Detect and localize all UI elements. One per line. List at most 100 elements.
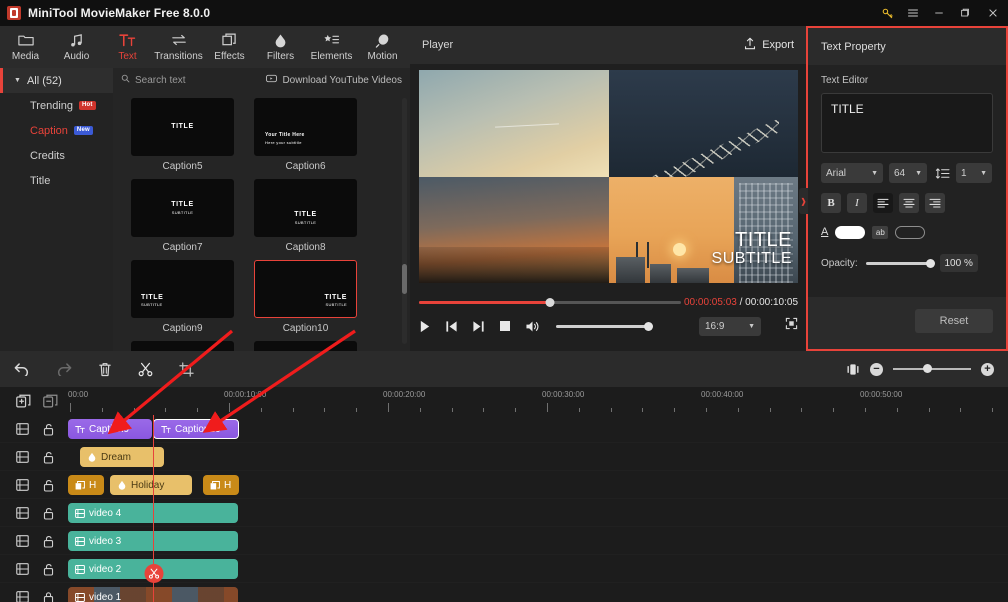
unlock-icon[interactable] [43, 563, 54, 576]
track-layers-icon[interactable] [16, 563, 29, 575]
opacity-slider[interactable] [865, 258, 935, 268]
template-item-next-a[interactable] [131, 341, 234, 351]
template-item-caption5[interactable]: TITLE Caption5 [131, 98, 234, 172]
reset-button[interactable]: Reset [915, 309, 993, 333]
zoom-fit-icon[interactable] [846, 363, 860, 376]
timeline-clip-caption9[interactable]: Caption9 [68, 419, 152, 439]
ribbon-item-transitions[interactable]: Transitions [153, 26, 204, 68]
text-color-swatch[interactable] [835, 226, 866, 239]
preview-stage[interactable]: TITLE SUBTITLE [419, 70, 798, 283]
align-right-button[interactable] [925, 193, 945, 213]
track-layers-icon[interactable] [16, 507, 29, 519]
track-layers-icon[interactable] [16, 479, 29, 491]
line-spacing-select[interactable]: 1 ▼ [956, 163, 992, 183]
stop-button[interactable] [499, 320, 511, 332]
timeline-playhead[interactable] [144, 415, 163, 602]
key-icon[interactable] [874, 0, 900, 26]
unlock-icon[interactable] [43, 423, 54, 436]
italic-button[interactable]: I [847, 193, 867, 213]
timeline-track-effect[interactable]: Dream [0, 443, 1008, 471]
template-item-caption7[interactable]: TITLE SUBTITLE Caption7 [131, 179, 234, 253]
sidebar-item-credits[interactable]: Credits [0, 143, 113, 168]
template-item-caption10[interactable]: TITLE SUBTITLE Caption10 [254, 260, 357, 334]
timeline-track-video3[interactable]: video 3 [0, 527, 1008, 555]
volume-handle[interactable] [644, 321, 653, 331]
browser-scrollbar-track[interactable] [402, 98, 407, 344]
ribbon-item-media[interactable]: Media [0, 26, 51, 68]
template-item-caption9[interactable]: TITLE SUBTITLE Caption9 [131, 260, 234, 334]
seek-slider[interactable] [419, 297, 681, 307]
zoom-out-button[interactable]: − [870, 362, 883, 376]
unlock-icon[interactable] [43, 479, 54, 492]
font-size-select[interactable]: 64 ▼ [889, 163, 927, 183]
split-button[interactable] [138, 362, 153, 377]
next-frame-button[interactable] [472, 320, 485, 333]
timeline-track-video4[interactable]: video 4 [0, 499, 1008, 527]
zoom-slider-handle[interactable] [922, 364, 932, 373]
download-youtube-button[interactable]: Download YouTube Videos [266, 74, 402, 86]
timeline-clip-transition-left[interactable]: H [68, 475, 104, 495]
category-all[interactable]: ▼ All (52) [0, 68, 113, 93]
font-family-select[interactable]: Arial ▼ [821, 163, 883, 183]
zoom-in-button[interactable]: + [981, 362, 994, 376]
ribbon-item-filters[interactable]: Filters [255, 26, 306, 68]
add-track-button[interactable] [16, 394, 31, 408]
prev-frame-button[interactable] [445, 320, 458, 333]
preview-text-overlay[interactable]: TITLE SUBTITLE [712, 230, 792, 267]
remove-track-button[interactable] [43, 394, 58, 408]
timeline-track-text[interactable]: Caption9 Caption10 [0, 415, 1008, 443]
opacity-handle[interactable] [925, 258, 935, 268]
track-layers-icon[interactable] [16, 535, 29, 547]
browser-scrollbar-thumb[interactable] [402, 264, 407, 294]
bold-button[interactable]: B [821, 193, 841, 213]
crop-button[interactable] [179, 361, 194, 377]
aspect-ratio-select[interactable]: 16:9 ▼ [699, 316, 761, 336]
minimize-icon[interactable] [926, 0, 952, 26]
track-layers-icon[interactable] [16, 451, 29, 463]
text-background-icon[interactable]: ab [872, 226, 889, 239]
sidebar-item-trending[interactable]: Trending Hot [0, 93, 113, 118]
ribbon-item-text[interactable]: Text [102, 26, 153, 68]
align-center-button[interactable] [899, 193, 919, 213]
undo-button[interactable] [14, 362, 30, 376]
volume-button[interactable] [525, 320, 540, 333]
unlock-icon[interactable] [43, 451, 54, 464]
timeline-clip-caption10[interactable]: Caption10 [153, 419, 239, 439]
timeline-ruler[interactable]: 00:00 00:00:10:00 00:00:20:00 00:00:30:0… [62, 387, 1008, 415]
track-layers-icon[interactable] [16, 591, 29, 602]
volume-slider[interactable] [556, 321, 653, 331]
font-color-icon[interactable]: A [821, 227, 828, 238]
fullscreen-button[interactable] [785, 317, 798, 335]
background-color-swatch[interactable] [895, 226, 926, 239]
unlock-icon[interactable] [43, 507, 54, 520]
timeline-clip-transition-right[interactable]: H [203, 475, 239, 495]
menu-icon[interactable] [900, 0, 926, 26]
playhead-split-button[interactable] [144, 564, 163, 583]
redo-button[interactable] [56, 362, 72, 376]
maximize-icon[interactable] [952, 0, 978, 26]
template-item-caption8[interactable]: TITLE SUBTITLE Caption8 [254, 179, 357, 253]
ribbon-item-elements[interactable]: Elements [306, 26, 357, 68]
track-layers-icon[interactable] [16, 423, 29, 435]
ribbon-item-effects[interactable]: Effects [204, 26, 255, 68]
sidebar-item-caption[interactable]: Caption New [0, 118, 113, 143]
template-item-next-b[interactable] [254, 341, 357, 351]
search-input[interactable]: Search text [121, 74, 186, 86]
timeline-clip-holiday[interactable]: Holiday [110, 475, 192, 495]
timeline-zoom-slider[interactable] [893, 364, 971, 373]
timeline-track-video1[interactable]: video 1 [0, 583, 1008, 602]
text-editor-input[interactable]: TITLE [821, 93, 993, 153]
delete-button[interactable] [98, 362, 112, 377]
template-item-caption6[interactable]: Your Title Here Here your subtitle Capti… [254, 98, 357, 172]
ribbon-item-audio[interactable]: Audio [51, 26, 102, 68]
export-button[interactable]: Export [744, 37, 794, 53]
align-left-button[interactable] [873, 193, 893, 213]
line-spacing-icon[interactable] [935, 167, 950, 180]
play-button[interactable] [419, 320, 431, 333]
ribbon-item-motion[interactable]: Motion [357, 26, 408, 68]
timeline-track-transition[interactable]: H Holiday H [0, 471, 1008, 499]
lock-icon[interactable] [43, 591, 54, 602]
seek-handle[interactable] [545, 297, 555, 307]
close-icon[interactable] [978, 0, 1008, 26]
collapse-chevron-icon[interactable]: ❱ [799, 188, 808, 214]
